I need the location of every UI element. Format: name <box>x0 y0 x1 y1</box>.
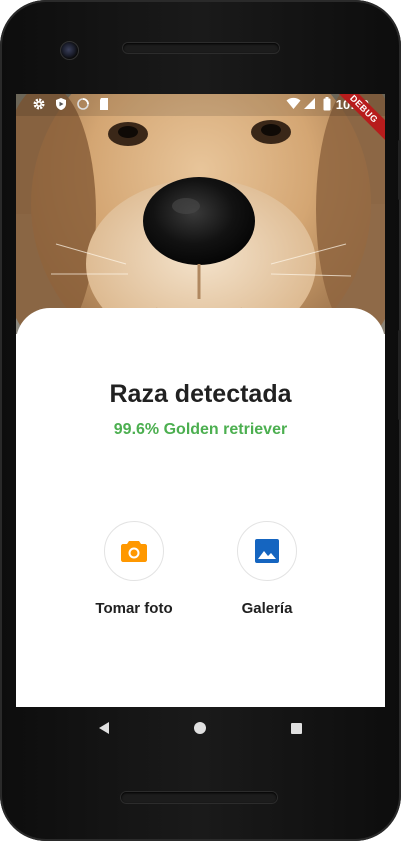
recents-icon[interactable] <box>291 722 303 734</box>
status-bar: 10:50 DEBUG <box>16 94 385 145</box>
dog-photo: 10:50 DEBUG <box>16 94 385 334</box>
take-photo-button[interactable]: Tomar foto <box>69 521 199 621</box>
gear-icon <box>32 97 46 114</box>
prediction-result: 99.6% Golden retriever <box>113 421 288 438</box>
app-screen: 10:50 DEBUG Raza detectada 99.6% Golden … <box>16 94 385 707</box>
earpiece-speaker <box>123 43 279 53</box>
camera-icon <box>121 541 147 562</box>
volume-button <box>398 140 401 200</box>
wifi-icon <box>286 97 301 113</box>
gallery-label: Galería <box>241 600 293 617</box>
power-button <box>398 330 401 420</box>
back-icon[interactable] <box>98 722 109 734</box>
gallery-button[interactable]: Galería <box>202 521 332 621</box>
result-sheet: Raza detectada 99.6% Golden retriever To… <box>16 308 385 707</box>
cellular-signal-icon <box>304 97 316 113</box>
bottom-speaker <box>121 792 277 803</box>
phone-frame: 10:50 DEBUG Raza detectada 99.6% Golden … <box>0 0 401 841</box>
battery-icon <box>323 97 331 114</box>
gallery-icon-button[interactable] <box>237 521 297 581</box>
golden-retriever-image <box>16 94 385 334</box>
home-icon[interactable] <box>193 722 206 734</box>
sd-card-icon <box>98 97 110 114</box>
detected-breed-title: Raza detectada <box>109 380 292 408</box>
take-photo-label: Tomar foto <box>95 600 173 617</box>
image-icon <box>255 539 279 563</box>
take-photo-icon-button[interactable] <box>104 521 164 581</box>
navigation-bar <box>16 707 385 749</box>
sync-circle-icon <box>76 97 90 114</box>
play-protect-icon <box>54 97 68 114</box>
front-camera <box>60 41 79 60</box>
